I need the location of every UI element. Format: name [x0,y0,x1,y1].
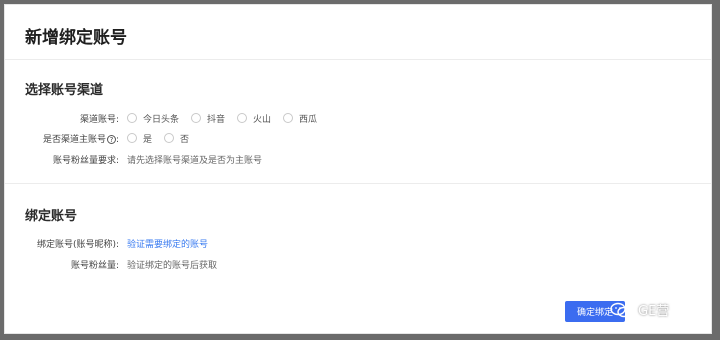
radio-label: 抖音 [207,114,226,125]
channel-row: 渠道账号: 今日头条 抖音 火山 西瓜 [5,109,711,127]
radio-circle-icon[interactable] [283,113,294,123]
radio-channel-douyin[interactable]: 抖音 [191,112,225,125]
radio-circle-icon[interactable] [164,133,175,143]
header-divider [5,59,711,60]
radio-label: 今日头条 [143,114,180,125]
section-divider [5,183,711,184]
channel-label: 渠道账号: [79,114,119,125]
radio-label: 是 [143,134,153,145]
radio-circle-icon[interactable] [127,133,137,143]
radio-main-no[interactable]: 否 [164,132,189,145]
radio-circle-icon[interactable] [237,113,248,123]
fans-count-label: 账号粉丝量: [70,260,119,271]
dialog-title: 新增绑定账号 [25,28,127,48]
fans-requirement-label: 账号粉丝量要求: [52,155,119,166]
main-account-label-text: 是否渠道主账号 [42,134,106,145]
fans-requirement-hint: 请先选择账号渠道及是否为主账号 [127,155,263,166]
label-colon: : [115,134,119,145]
watermark-text: GE营 [638,304,670,319]
radio-channel-huoshan[interactable]: 火山 [237,112,271,125]
verify-account-link[interactable]: 验证需要绑定的账号 [127,237,208,250]
wechat-logo-icon [610,302,631,317]
main-account-row: 是否渠道主账号?: 是 否 [5,129,711,147]
bind-account-dialog: 新增绑定账号 选择账号渠道 渠道账号: 今日头条 抖音 火山 西瓜 是否渠道主账… [4,4,712,334]
fans-requirement-row: 账号粉丝量要求: 请先选择账号渠道及是否为主账号 [5,150,711,168]
radio-channel-toutiao[interactable]: 今日头条 [127,112,179,125]
radio-circle-icon[interactable] [191,113,202,123]
section-title-bind: 绑定账号 [25,209,78,224]
main-account-label: 是否渠道主账号?: [5,132,123,145]
radio-label: 西瓜 [299,114,318,125]
radio-channel-xigua[interactable]: 西瓜 [283,112,317,125]
watermark: GE营 [610,300,669,319]
radio-label: 火山 [253,114,272,125]
fans-count-hint: 验证绑定的账号后获取 [127,260,218,271]
bind-account-row: 绑定账号(账号昵称): 验证需要绑定的账号 [5,234,711,252]
radio-main-yes[interactable]: 是 [127,132,152,145]
help-icon[interactable]: ? [106,134,116,144]
radio-circle-icon[interactable] [127,113,137,123]
fans-count-row: 账号粉丝量: 验证绑定的账号后获取 [5,255,711,273]
radio-label: 否 [180,134,190,145]
bind-account-label: 绑定账号(账号昵称): [36,239,119,250]
section-title-channel: 选择账号渠道 [25,83,104,98]
